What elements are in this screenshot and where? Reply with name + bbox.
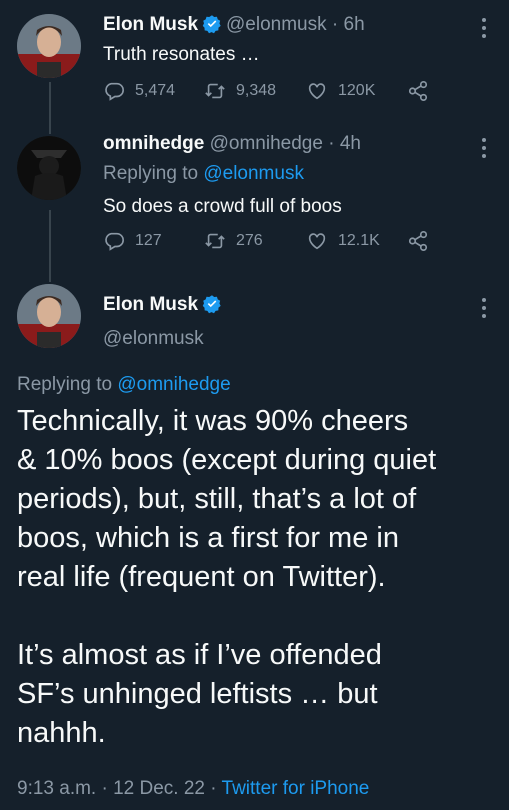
tweet-time[interactable]: · 4h [328,133,361,154]
author-handle[interactable]: @elonmusk [226,14,327,35]
main-author-name-row: Elon Musk [103,294,226,316]
reply-button[interactable]: 5,474 [103,80,175,102]
avatar[interactable] [17,136,81,200]
retweet-button[interactable]: 276 [204,230,263,252]
replying-prefix: Replying to [17,374,113,395]
tweet-text: Truth resonates … [103,44,260,65]
retweet-icon [205,233,225,249]
replying-handle-link[interactable]: @elonmusk [203,163,304,184]
main-tweet: Elon Musk @elonmusk Replying to @omnihed… [0,270,509,810]
tweet-text: So does a crowd full of boos [103,196,342,217]
text-line: nahhh. [17,717,106,749]
avatar[interactable] [17,14,81,78]
tweet-header: Elon Musk @elonmusk · 6h [103,14,365,36]
verified-badge-icon [202,15,221,34]
text-line: boos, which is a first for me in [17,522,399,554]
text-line: SF’s unhinged leftists … but [17,678,378,710]
tweet-meta: 9:13 a.m. · 12 Dec. 22 · Twitter for iPh… [17,778,369,800]
tweet-time[interactable]: · 6h [332,14,365,35]
retweet-count: 276 [236,232,263,249]
reply-icon [105,232,124,251]
text-line: periods), but, still, that’s a lot of [17,483,417,515]
tweet-header: omnihedge @omnihedge · 4h [103,133,361,155]
retweet-icon [205,83,225,99]
author-name[interactable]: Elon Musk [103,14,198,35]
tweet-actions: 127 276 12.1K [103,230,463,256]
more-icon[interactable] [481,18,487,42]
more-icon[interactable] [481,298,487,322]
source-link[interactable]: Twitter for iPhone [222,778,370,799]
main-tweet-text: Technically, it was 90% cheers & 10% boo… [17,402,497,753]
replying-to: Replying to @elonmusk [103,163,304,185]
replying-handle-link[interactable]: @omnihedge [117,374,230,395]
author-handle[interactable]: @omnihedge [210,133,323,154]
reply-count: 5,474 [135,82,176,99]
reply-icon [105,82,124,101]
tweet-actions: 5,474 9,348 120K [103,80,463,106]
author-name[interactable]: Elon Musk [103,294,198,315]
replying-prefix: Replying to [103,163,199,184]
retweet-button[interactable]: 9,348 [204,80,276,102]
like-count: 12.1K [338,232,380,249]
like-button[interactable]: 120K [306,80,375,102]
text-line: Technically, it was 90% cheers [17,405,409,437]
avatar-image [17,14,81,78]
share-button[interactable] [407,230,439,252]
like-icon [308,233,326,250]
author-name[interactable]: omnihedge [103,133,204,154]
share-icon [408,81,428,101]
author-handle[interactable]: @elonmusk [103,328,204,350]
text-line: real life (frequent on Twitter). [17,561,386,593]
like-icon [308,83,326,100]
avatar[interactable] [17,284,81,348]
tweet-1[interactable]: Elon Musk @elonmusk · 6h Truth resonates … [0,0,509,120]
verified-badge-icon [202,295,221,314]
reply-count: 127 [135,232,162,249]
avatar-image [17,136,81,200]
text-line: & 10% boos (except during quiet [17,444,437,476]
replying-to: Replying to @omnihedge [17,374,231,396]
retweet-count: 9,348 [236,82,277,99]
like-button[interactable]: 12.1K [306,230,380,252]
reply-button[interactable]: 127 [103,230,162,252]
timestamp[interactable]: 9:13 a.m. · 12 Dec. 22 · [17,778,217,799]
share-button[interactable] [407,80,439,102]
more-icon[interactable] [481,138,487,162]
text-line: It’s almost as if I’ve offended [17,639,382,671]
tweet-2[interactable]: omnihedge @omnihedge · 4h Replying to @e… [0,120,509,270]
share-icon [408,231,428,251]
avatar-image [17,284,81,348]
like-count: 120K [338,82,376,99]
